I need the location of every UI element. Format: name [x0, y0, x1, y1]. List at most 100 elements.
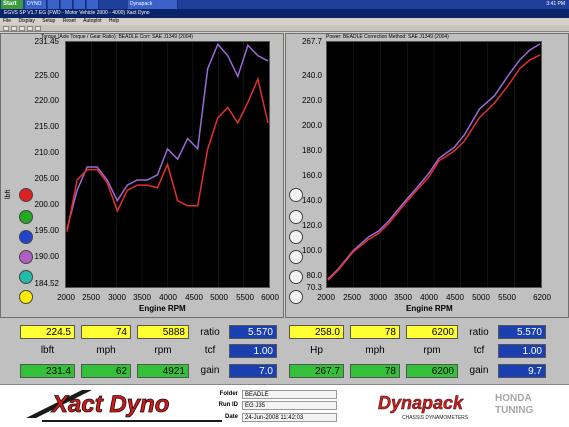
- tcf-value[interactable]: 1.00: [498, 344, 546, 358]
- torque-plot[interactable]: [65, 41, 270, 288]
- toolbar-save-icon[interactable]: [11, 26, 17, 31]
- task-button[interactable]: DYNO: [25, 0, 47, 9]
- power-panel-header: Power: BEADLE Correction Method: SAE J13…: [286, 34, 568, 41]
- task-button[interactable]: [48, 0, 60, 9]
- rpm-current: 5888: [137, 325, 189, 339]
- toolbar: [0, 25, 569, 32]
- gain-label: gain: [200, 365, 220, 376]
- menu-help[interactable]: Help: [106, 18, 122, 25]
- toolbar-print-icon[interactable]: [19, 26, 25, 31]
- folder-label: Folder: [219, 391, 238, 397]
- x-tick: 4500: [446, 293, 464, 302]
- ratio-value[interactable]: 5.570: [229, 325, 277, 339]
- y-tick: 184.52: [34, 279, 59, 288]
- x-tick: 6200: [533, 293, 551, 302]
- y-tick: 180.0: [301, 146, 322, 155]
- gain-value[interactable]: 9.7: [498, 364, 546, 378]
- mph-current: 74: [81, 325, 131, 339]
- date-label: Date: [224, 414, 238, 420]
- x-tick: 4500: [185, 293, 203, 302]
- hp-peak: 267.7: [289, 364, 344, 378]
- unit-label: mph: [365, 345, 385, 356]
- x-tick: 2500: [343, 293, 361, 302]
- trace-dot[interactable]: [289, 188, 303, 202]
- task-button[interactable]: [74, 0, 86, 9]
- x-tick: 5000: [472, 293, 490, 302]
- task-button-dynapack[interactable]: Dynapack: [128, 0, 178, 9]
- y-tick: 200.0: [301, 121, 322, 130]
- toolbar-graph-icon[interactable]: [27, 26, 33, 31]
- gain-value[interactable]: 7.0: [229, 364, 277, 378]
- x-tick: 3500: [133, 293, 151, 302]
- unit-label: lbft: [40, 345, 55, 356]
- x-tick: 4000: [420, 293, 438, 302]
- y-axis-label: lbft: [5, 189, 12, 199]
- rpm-peak: 6200: [406, 364, 458, 378]
- chart-svg: [327, 42, 541, 287]
- hp-current: 258.0: [289, 325, 344, 339]
- trace-dot[interactable]: [19, 270, 33, 284]
- task-button[interactable]: [61, 0, 73, 9]
- trace-dot[interactable]: [19, 230, 33, 244]
- menu-autoplot[interactable]: Autoplot: [80, 18, 104, 25]
- y-tick: 240.0: [301, 71, 322, 80]
- runid-value: EG J35: [242, 401, 337, 410]
- y-tick: 210.00: [34, 148, 59, 157]
- y-tick: 215.00: [34, 122, 59, 131]
- gain-label: gain: [469, 365, 489, 376]
- unit-label: rpm: [154, 345, 172, 356]
- toolbar-zoom-icon[interactable]: [35, 26, 41, 31]
- honda-tuning-watermark: HONDA TUNING: [495, 393, 534, 416]
- trace-dot[interactable]: [289, 290, 303, 304]
- x-tick: 3000: [108, 293, 126, 302]
- y-tick: 190.00: [34, 252, 59, 261]
- runid-label: Run ID: [218, 402, 238, 408]
- os-taskbar: Start DYNO Dynapack 3:41 PM: [0, 0, 569, 9]
- toolbar-open-icon[interactable]: [3, 26, 9, 31]
- tcf-label: tcf: [473, 345, 485, 356]
- x-tick: 6000: [261, 293, 279, 302]
- trace-dot[interactable]: [289, 250, 303, 264]
- rpm-current: 6200: [406, 325, 458, 339]
- readout-bar: 224.5 74 5888 lbft mph rpm 231.4 62 4921…: [0, 318, 569, 384]
- xact-logo-text: Xact Dyno: [50, 391, 169, 418]
- x-tick: 4000: [159, 293, 177, 302]
- trace-dot[interactable]: [289, 210, 303, 224]
- trace-dot[interactable]: [19, 210, 33, 224]
- x-axis-title: Engine RPM: [139, 304, 186, 313]
- trace-dot[interactable]: [289, 230, 303, 244]
- dynapack-logo-text: Dynapack: [378, 393, 464, 413]
- x-tick: 3000: [369, 293, 387, 302]
- dynapack-logo: Dynapack CHASSIS DYNAMOMETERS: [378, 393, 469, 421]
- trace-dot[interactable]: [19, 290, 33, 304]
- x-tick: 2500: [82, 293, 100, 302]
- tcf-value[interactable]: 1.00: [229, 344, 277, 358]
- trace-dot[interactable]: [19, 188, 33, 202]
- task-button[interactable]: [87, 0, 99, 9]
- unit-label: mph: [96, 345, 116, 356]
- power-plot[interactable]: [326, 41, 542, 288]
- menu-setup[interactable]: Setup: [39, 18, 58, 25]
- x-tick: 5500: [236, 293, 254, 302]
- menu-file[interactable]: File: [0, 18, 14, 25]
- ratio-value[interactable]: 5.570: [498, 325, 546, 339]
- dynapack-subtitle: CHASSIS DYNAMOMETERS: [402, 415, 469, 421]
- ratio-label: ratio: [200, 327, 220, 338]
- trace-dot[interactable]: [19, 250, 33, 264]
- rpm-peak: 4921: [137, 364, 189, 378]
- y-tick: 200.00: [34, 200, 59, 209]
- clock: 3:41 PM: [546, 1, 565, 7]
- unit-label: Hp: [310, 345, 323, 356]
- trace-dot[interactable]: [289, 270, 303, 284]
- y-tick: 205.00: [34, 174, 59, 183]
- x-tick: 2000: [57, 293, 75, 302]
- mph-current: 78: [350, 325, 400, 339]
- menu-reset[interactable]: Reset: [60, 18, 79, 25]
- y-tick: 220.0: [301, 96, 322, 105]
- menu-display[interactable]: Display: [15, 18, 37, 25]
- x-tick: 5500: [498, 293, 516, 302]
- torque-current: 224.5: [20, 325, 75, 339]
- y-tick: 225.00: [34, 71, 59, 80]
- start-button[interactable]: Start: [1, 0, 23, 9]
- folder-value: BEADLE: [242, 390, 337, 399]
